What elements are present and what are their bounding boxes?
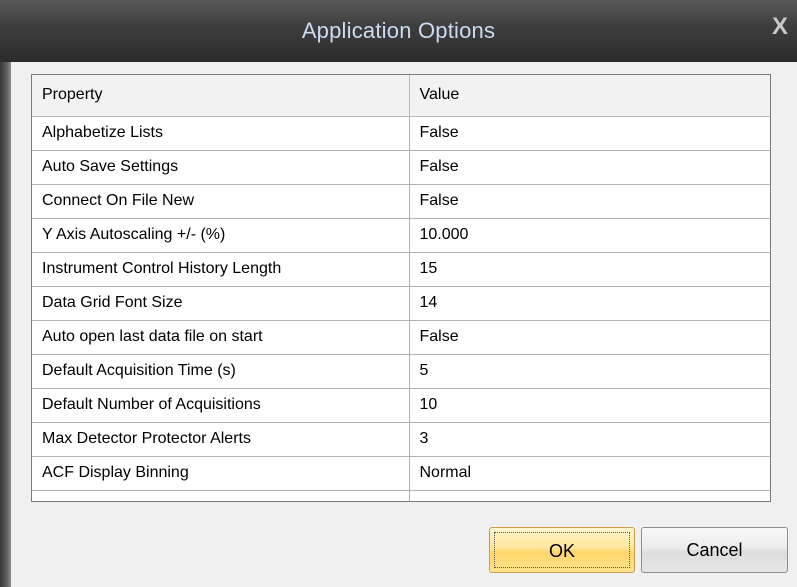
value-cell[interactable]: False <box>409 320 770 355</box>
value-cell[interactable]: False <box>409 184 770 219</box>
value-cell[interactable]: 10 <box>409 388 770 423</box>
value-cell[interactable]: 15 <box>409 252 770 287</box>
table-row[interactable]: Instrument Control History Length 15 <box>32 252 770 287</box>
table-row[interactable]: Connect On File New False <box>32 184 770 219</box>
table-row[interactable]: Data Grid Font Size 14 <box>32 286 770 321</box>
empty-row <box>32 490 770 501</box>
ok-button[interactable]: OK <box>489 527 635 573</box>
window-title: Application Options <box>301 18 496 43</box>
property-cell[interactable]: Max Detector Protector Alerts <box>32 422 410 457</box>
table-row[interactable]: Auto Save Settings False <box>32 150 770 185</box>
property-cell[interactable]: Data Grid Font Size <box>32 286 410 321</box>
title-bar[interactable]: Application Options X <box>0 0 797 62</box>
value-cell[interactable]: 14 <box>409 286 770 321</box>
property-cell[interactable]: ACF Display Binning <box>32 456 410 491</box>
table-row[interactable]: Alphabetize Lists False <box>32 116 770 151</box>
value-cell[interactable]: Normal <box>409 456 770 491</box>
properties-table: Property Value Alphabetize Lists False A… <box>32 75 770 501</box>
table-row[interactable]: Default Number of Acquisitions 10 <box>32 388 770 423</box>
property-cell[interactable]: Default Acquisition Time (s) <box>32 354 410 389</box>
table-row[interactable]: ACF Display Binning Normal <box>32 456 770 491</box>
value-cell[interactable]: 10.000 <box>409 218 770 253</box>
column-header-value[interactable]: Value <box>409 75 770 117</box>
properties-grid[interactable]: Property Value Alphabetize Lists False A… <box>31 74 771 502</box>
empty-value-cell <box>409 490 770 501</box>
column-header-property[interactable]: Property <box>32 75 410 117</box>
value-cell[interactable]: 3 <box>409 422 770 457</box>
ok-button-label: OK <box>494 532 630 568</box>
value-cell[interactable]: False <box>409 150 770 185</box>
cancel-button[interactable]: Cancel <box>641 527 788 573</box>
value-cell[interactable]: False <box>409 116 770 151</box>
application-options-dialog: Application Options X Property Value Alp… <box>0 0 797 587</box>
property-cell[interactable]: Y Axis Autoscaling +/- (%) <box>32 218 410 253</box>
property-cell[interactable]: Auto Save Settings <box>32 150 410 185</box>
table-row[interactable]: Auto open last data file on start False <box>32 320 770 355</box>
table-row[interactable]: Y Axis Autoscaling +/- (%) 10.000 <box>32 218 770 253</box>
close-icon[interactable]: X <box>767 12 793 42</box>
property-cell[interactable]: Instrument Control History Length <box>32 252 410 287</box>
property-cell[interactable]: Default Number of Acquisitions <box>32 388 410 423</box>
empty-property-cell <box>32 490 410 501</box>
property-cell[interactable]: Alphabetize Lists <box>32 116 410 151</box>
property-cell[interactable]: Connect On File New <box>32 184 410 219</box>
table-row[interactable]: Max Detector Protector Alerts 3 <box>32 422 770 457</box>
table-row[interactable]: Default Acquisition Time (s) 5 <box>32 354 770 389</box>
property-cell[interactable]: Auto open last data file on start <box>32 320 410 355</box>
grid-header-row: Property Value <box>32 75 770 117</box>
window-left-edge <box>0 62 11 587</box>
value-cell[interactable]: 5 <box>409 354 770 389</box>
